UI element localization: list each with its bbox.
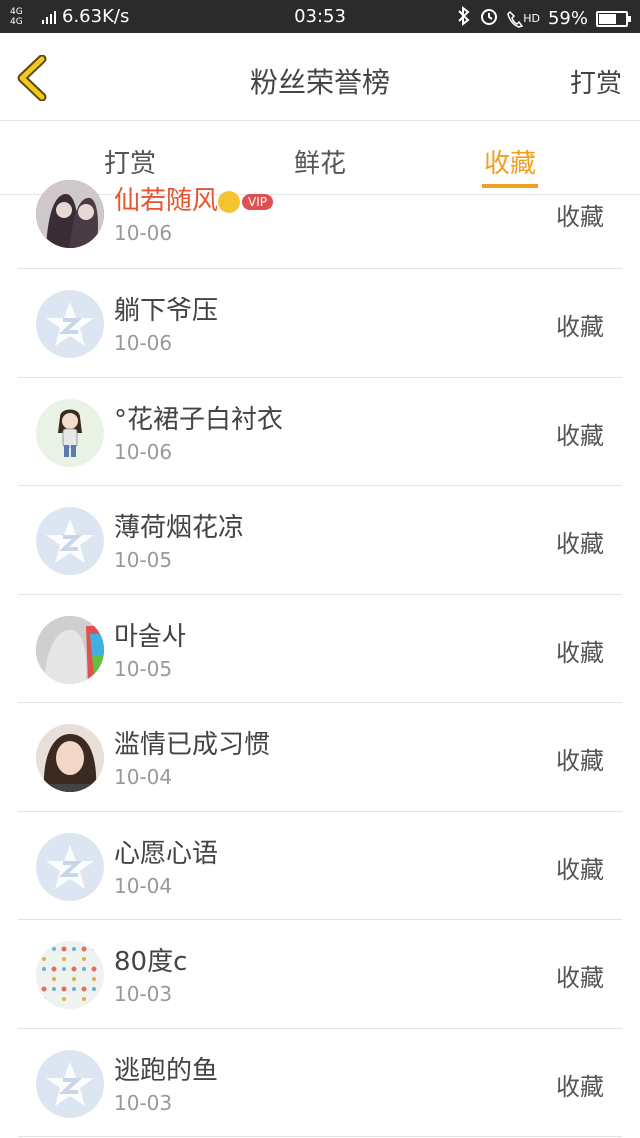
avatar: [36, 724, 104, 792]
action-label: 收藏: [556, 421, 604, 450]
bluetooth-icon: [457, 5, 471, 31]
date: 10-05: [114, 656, 173, 681]
avatar: [36, 941, 104, 1009]
date: 10-06: [114, 439, 173, 464]
user-name: 躺下爷压: [114, 296, 219, 326]
list-item[interactable]: °花裙子白衬衣 10-06 收藏: [18, 378, 622, 486]
user-name: 逃跑的鱼: [114, 1055, 219, 1086]
date: 10-06: [114, 331, 173, 355]
list-item[interactable]: 마술사 10-05 收藏: [18, 595, 622, 703]
date: 10-04: [114, 765, 173, 789]
action-label: 收藏: [556, 747, 604, 775]
list-item[interactable]: 80度c 10-03 收藏: [18, 920, 622, 1029]
user-name: °花裙子白衬衣: [114, 404, 284, 435]
battery-percent: 59%: [547, 8, 588, 29]
user-name: 仙若随风 VIP: [114, 180, 273, 217]
action-label: 收藏: [556, 203, 604, 231]
crown-icon: [218, 190, 241, 213]
action-label: 收藏: [556, 855, 604, 884]
default-avatar-icon: [36, 1049, 104, 1118]
user-name: 心愿心语: [114, 838, 219, 869]
screen: 4G 4G 6.63K/s 03:53 HD 59% 粉丝荣誉榜 打赏 打赏 鲜…: [0, 0, 640, 1138]
alarm-icon: [479, 6, 499, 31]
avatar: [36, 398, 104, 467]
battery-fill: [599, 13, 616, 24]
battery-icon: [596, 10, 631, 27]
action-label: 收藏: [556, 313, 604, 341]
list-item[interactable]: 心愿心语 10-04 收藏: [18, 812, 622, 920]
default-avatar-icon: [36, 832, 104, 901]
reward-button[interactable]: 打赏: [570, 63, 622, 100]
page-title: 粉丝荣誉榜: [249, 66, 390, 99]
user-name: 薄荷烟花凉: [114, 513, 245, 543]
status-right: HD 59%: [457, 5, 631, 31]
action-label: 收藏: [556, 638, 604, 667]
action-label: 收藏: [556, 1072, 604, 1101]
list-item[interactable]: 逃跑的鱼 10-03 收藏: [18, 1029, 622, 1137]
fan-list: 仙若随风 VIP 10-06 收藏 躺下爷压 10-06 收藏 °花裙子白衬衣 1…: [0, 180, 640, 1137]
date: 10-04: [114, 873, 173, 898]
hd-label: HD: [523, 11, 540, 25]
date: 10-06: [114, 221, 173, 245]
app-header: 粉丝荣誉榜 打赏: [0, 33, 640, 121]
list-item[interactable]: 躺下爷压 10-06 收藏: [18, 269, 622, 378]
action-label: 收藏: [556, 530, 604, 558]
avatar: [36, 615, 104, 684]
vip-badge: VIP: [242, 193, 273, 210]
date: 10-05: [114, 548, 173, 572]
user-name: 마술사: [114, 621, 186, 652]
list-item[interactable]: 滥情已成习惯 10-04 收藏: [18, 703, 622, 812]
user-name: 80度c: [114, 947, 188, 977]
list-item[interactable]: 薄荷烟花凉 10-05 收藏: [18, 486, 622, 595]
default-avatar-icon: [36, 290, 104, 358]
date: 10-03: [114, 1090, 173, 1115]
hd-call-icon: HD: [507, 10, 540, 28]
user-name: 滥情已成习惯: [114, 730, 271, 760]
action-label: 收藏: [556, 964, 604, 992]
status-bar: 4G 4G 6.63K/s 03:53 HD 59%: [0, 0, 640, 33]
list-item[interactable]: 仙若随风 VIP 10-06 收藏: [18, 159, 622, 269]
default-avatar-icon: [36, 507, 104, 575]
avatar: [36, 180, 104, 248]
user-name-text: 仙若随风: [114, 186, 219, 216]
date: 10-03: [114, 982, 173, 1006]
